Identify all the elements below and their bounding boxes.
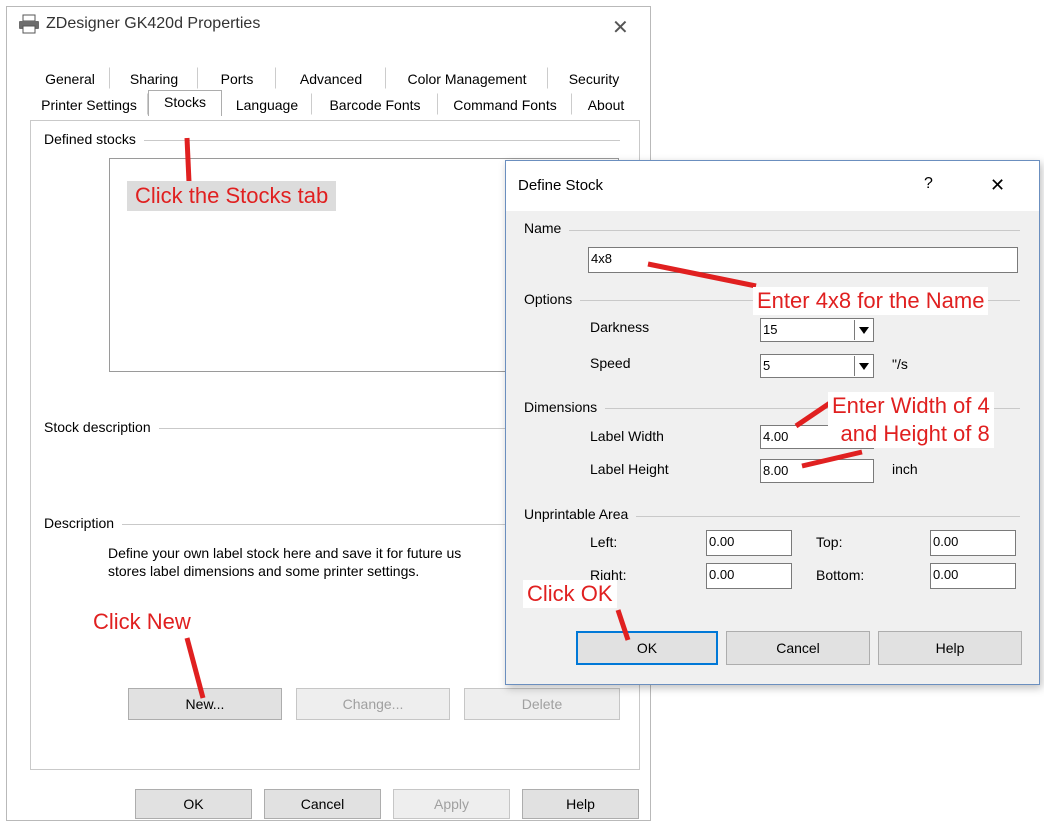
left-label: Left: [590, 534, 618, 550]
tab-color-management[interactable]: Color Management [386, 67, 548, 89]
description-line-2: stores label dimensions and some printer… [108, 563, 420, 579]
name-group-label: Name [524, 220, 570, 236]
darkness-value: 15 [763, 322, 778, 337]
window-title-bar: ZDesigner GK420d Properties [18, 14, 260, 34]
dialog-close-icon[interactable]: ✕ [990, 175, 1005, 196]
bottom-label: Bottom: [816, 567, 865, 583]
annotation-stocks-tab: Click the Stocks tab [127, 181, 337, 211]
tab-strip: General Sharing Ports Advanced Color Man… [30, 65, 640, 123]
top-margin-input[interactable]: 0.00 [930, 530, 1016, 556]
dialog-help-button[interactable]: Help [878, 631, 1022, 665]
tab-printer-settings[interactable]: Printer Settings [30, 93, 148, 115]
tab-barcode-fonts[interactable]: Barcode Fonts [312, 93, 438, 115]
tab-stocks[interactable]: Stocks [148, 90, 222, 116]
speed-select[interactable]: 5 [760, 354, 874, 378]
dimension-unit: inch [892, 461, 918, 477]
darkness-select[interactable]: 15 [760, 318, 874, 342]
annotation-new: Click New [89, 608, 195, 636]
window-title: ZDesigner GK420d Properties [46, 15, 261, 32]
speed-value: 5 [763, 358, 771, 373]
stock-name-input[interactable]: 4x8 [588, 247, 1018, 273]
chevron-down-icon[interactable] [854, 356, 872, 376]
tab-ports[interactable]: Ports [198, 67, 276, 89]
ok-button[interactable]: OK [135, 789, 252, 819]
annotation-name: Enter 4x8 for the Name [753, 287, 989, 315]
change-stock-button[interactable]: Change... [296, 688, 450, 720]
speed-label: Speed [590, 355, 631, 371]
right-margin-input[interactable]: 0.00 [706, 563, 792, 589]
darkness-label: Darkness [590, 319, 650, 335]
new-stock-button[interactable]: New... [128, 688, 282, 720]
cancel-button[interactable]: Cancel [264, 789, 381, 819]
tab-security[interactable]: Security [548, 67, 640, 89]
tab-about[interactable]: About [572, 93, 640, 115]
stock-description-label: Stock description [44, 419, 159, 435]
top-label: Top: [816, 534, 843, 550]
dialog-ok-button[interactable]: OK [576, 631, 718, 665]
apply-button[interactable]: Apply [393, 789, 510, 819]
tab-advanced[interactable]: Advanced [276, 67, 386, 89]
name-divider [524, 230, 1020, 231]
unprintable-group-label: Unprintable Area [524, 506, 637, 522]
tab-sharing[interactable]: Sharing [110, 67, 198, 89]
help-icon[interactable]: ? [924, 175, 933, 193]
bottom-margin-input[interactable]: 0.00 [930, 563, 1016, 589]
label-height-input[interactable]: 8.00 [760, 459, 874, 483]
description-text: Define your own label stock here and sav… [108, 544, 508, 580]
chevron-down-icon[interactable] [854, 320, 872, 340]
tab-command-fonts[interactable]: Command Fonts [438, 93, 572, 115]
annotation-dimensions-line-1: Enter Width of 4 [832, 393, 990, 418]
annotation-dimensions: Enter Width of 4 and Height of 8 [828, 392, 994, 448]
close-icon[interactable]: ✕ [612, 18, 629, 38]
options-group-label: Options [524, 291, 581, 307]
description-label: Description [44, 515, 123, 531]
label-height-label: Label Height [590, 461, 669, 477]
annotation-dimensions-line-2: and Height of 8 [840, 421, 990, 446]
label-width-label: Label Width [590, 428, 664, 444]
dialog-title: Define Stock [518, 177, 604, 194]
defined-stocks-label: Defined stocks [44, 131, 144, 147]
annotation-ok: Click OK [523, 580, 617, 608]
printer-icon [18, 14, 40, 34]
dialog-cancel-button[interactable]: Cancel [726, 631, 870, 665]
speed-unit: "/s [892, 356, 908, 372]
tab-general[interactable]: General [30, 67, 110, 89]
left-margin-input[interactable]: 0.00 [706, 530, 792, 556]
description-line-1: Define your own label stock here and sav… [108, 545, 462, 561]
help-button[interactable]: Help [522, 789, 639, 819]
delete-stock-button[interactable]: Delete [464, 688, 620, 720]
dimensions-group-label: Dimensions [524, 399, 606, 415]
tab-language[interactable]: Language [222, 93, 312, 115]
